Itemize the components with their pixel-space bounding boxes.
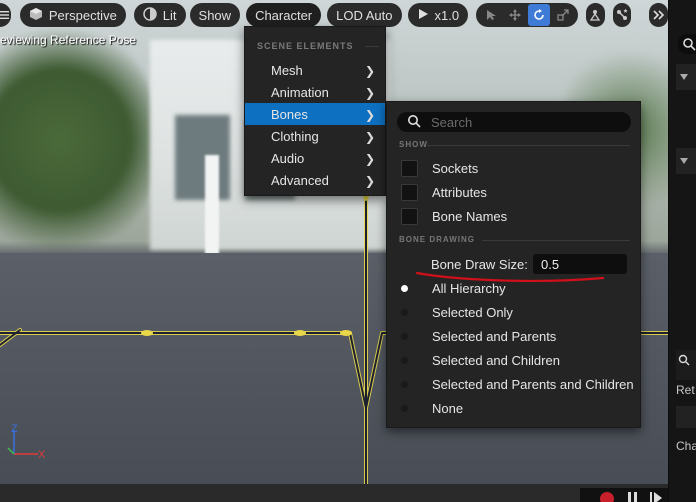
menu-item-advanced[interactable]: Advanced ❯ bbox=[245, 169, 385, 191]
lod-label: LOD Auto bbox=[336, 7, 393, 23]
chevron-right-icon: ❯ bbox=[364, 108, 375, 122]
attributes-label: Attributes bbox=[432, 184, 487, 200]
show-section-header: SHOW bbox=[399, 140, 428, 149]
select-icon[interactable] bbox=[480, 4, 502, 26]
chevron-right-icon: ❯ bbox=[364, 152, 375, 166]
record-icon[interactable] bbox=[600, 492, 614, 502]
menu-item-label: Mesh bbox=[271, 62, 303, 78]
radio-icon bbox=[401, 404, 408, 412]
scene-elements-header: SCENE ELEMENTS bbox=[245, 27, 385, 59]
bones-search-input[interactable] bbox=[431, 114, 621, 130]
chevron-right-icon: ❯ bbox=[364, 64, 375, 78]
chevron-right-icon: ❯ bbox=[364, 174, 375, 188]
menu-item-label: Advanced bbox=[271, 172, 329, 188]
play-icon bbox=[417, 8, 429, 23]
radio-icon bbox=[401, 380, 408, 388]
divider bbox=[427, 145, 630, 146]
transform-tools-group bbox=[476, 3, 579, 27]
bone-settings-icon[interactable] bbox=[612, 3, 632, 27]
perspective-button[interactable]: Perspective bbox=[19, 3, 126, 27]
bone-names-checkbox[interactable] bbox=[401, 207, 418, 225]
draw-option-none[interactable]: None bbox=[387, 396, 640, 420]
attributes-checkbox[interactable] bbox=[401, 183, 418, 201]
viewport-status-text: eviewing Reference Pose bbox=[0, 33, 137, 47]
menu-item-label: Clothing bbox=[271, 128, 319, 144]
bone-names-label: Bone Names bbox=[432, 208, 508, 224]
bones-submenu: SHOW Sockets Attributes Bone Names BONE … bbox=[386, 101, 641, 428]
lit-button[interactable]: Lit bbox=[133, 3, 186, 27]
draw-option-selected-parents-children[interactable]: Selected and Parents and Children bbox=[387, 372, 640, 396]
draw-option-selected-only[interactable]: Selected Only bbox=[387, 300, 640, 324]
panel-section-row[interactable] bbox=[676, 64, 696, 90]
menu-item-audio[interactable]: Audio ❯ bbox=[245, 147, 385, 169]
menu-item-label: Audio bbox=[271, 150, 305, 166]
show-label: Show bbox=[198, 7, 232, 23]
menu-item-label: Animation bbox=[271, 84, 329, 100]
sockets-checkbox[interactable] bbox=[401, 159, 418, 177]
chevron-down-icon bbox=[680, 74, 688, 80]
menu-item-animation[interactable]: Animation ❯ bbox=[245, 81, 385, 103]
menu-item-clothing[interactable]: Clothing ❯ bbox=[245, 125, 385, 147]
draw-option-label: All Hierarchy bbox=[432, 280, 506, 296]
lod-button[interactable]: LOD Auto bbox=[327, 3, 402, 27]
scale-icon[interactable] bbox=[552, 4, 574, 26]
chevron-double-right-icon[interactable] bbox=[649, 3, 669, 27]
play-rate-label: x1.0 bbox=[434, 7, 460, 23]
character-label: Character bbox=[255, 7, 313, 23]
search-icon bbox=[678, 354, 690, 366]
show-button[interactable]: Show bbox=[189, 3, 241, 27]
lit-icon bbox=[143, 6, 157, 24]
cube-icon bbox=[29, 7, 43, 24]
lit-label: Lit bbox=[162, 7, 177, 23]
timeline-bar bbox=[0, 484, 668, 502]
menu-item-mesh[interactable]: Mesh ❯ bbox=[245, 59, 385, 81]
search-icon bbox=[683, 38, 696, 51]
perspective-label: Perspective bbox=[48, 7, 117, 23]
play-rate-button[interactable]: x1.0 bbox=[407, 3, 469, 27]
divider bbox=[482, 240, 630, 241]
search-icon bbox=[407, 114, 421, 131]
bone-drawing-section-header: BONE DRAWING bbox=[399, 235, 475, 244]
character-menu: SCENE ELEMENTS Mesh ❯ Animation ❯ Bones … bbox=[244, 26, 386, 196]
menu-icon[interactable] bbox=[0, 3, 11, 27]
show-sockets-row[interactable]: Sockets bbox=[387, 156, 640, 180]
axis-x-label: X bbox=[38, 449, 46, 461]
menu-item-bones[interactable]: Bones ❯ bbox=[245, 103, 385, 125]
radio-icon bbox=[401, 356, 408, 364]
show-attributes-row[interactable]: Attributes bbox=[387, 180, 640, 204]
panel-field[interactable] bbox=[676, 406, 696, 428]
coordinate-space-icon[interactable] bbox=[586, 3, 605, 27]
draw-option-label: Selected and Parents and Children bbox=[432, 376, 634, 392]
panel-tab[interactable] bbox=[676, 350, 696, 380]
radio-icon bbox=[401, 308, 408, 316]
show-bone-names-row[interactable]: Bone Names bbox=[387, 204, 640, 228]
menu-item-label: Bones bbox=[271, 106, 308, 122]
panel-label-cha: Cha bbox=[676, 439, 696, 453]
draw-option-selected-and-children[interactable]: Selected and Children bbox=[387, 348, 640, 372]
panel-section-row[interactable] bbox=[676, 148, 696, 174]
bones-search-field[interactable] bbox=[397, 112, 631, 132]
draw-option-label: Selected and Children bbox=[432, 352, 560, 368]
axis-z-label: Z bbox=[11, 423, 18, 435]
chevron-right-icon: ❯ bbox=[364, 86, 375, 100]
chevron-down-icon bbox=[680, 158, 688, 164]
sockets-label: Sockets bbox=[432, 160, 479, 176]
chevron-right-icon: ❯ bbox=[364, 130, 375, 144]
rotate-icon[interactable] bbox=[528, 4, 551, 26]
draw-option-label: None bbox=[432, 400, 464, 416]
character-button[interactable]: Character bbox=[246, 3, 322, 27]
radio-selected-icon bbox=[401, 284, 408, 292]
radio-icon bbox=[401, 332, 408, 340]
panel-search-field[interactable] bbox=[678, 34, 696, 54]
move-icon[interactable] bbox=[504, 4, 526, 26]
panel-label-ret: Ret bbox=[676, 383, 695, 397]
draw-option-label: Selected and Parents bbox=[432, 328, 557, 344]
draw-option-all-hierarchy[interactable]: All Hierarchy bbox=[387, 276, 640, 300]
step-forward-icon[interactable] bbox=[650, 492, 664, 502]
draw-option-label: Selected Only bbox=[432, 304, 513, 320]
draw-option-selected-and-parents[interactable]: Selected and Parents bbox=[387, 324, 640, 348]
pause-icon[interactable] bbox=[626, 492, 640, 502]
